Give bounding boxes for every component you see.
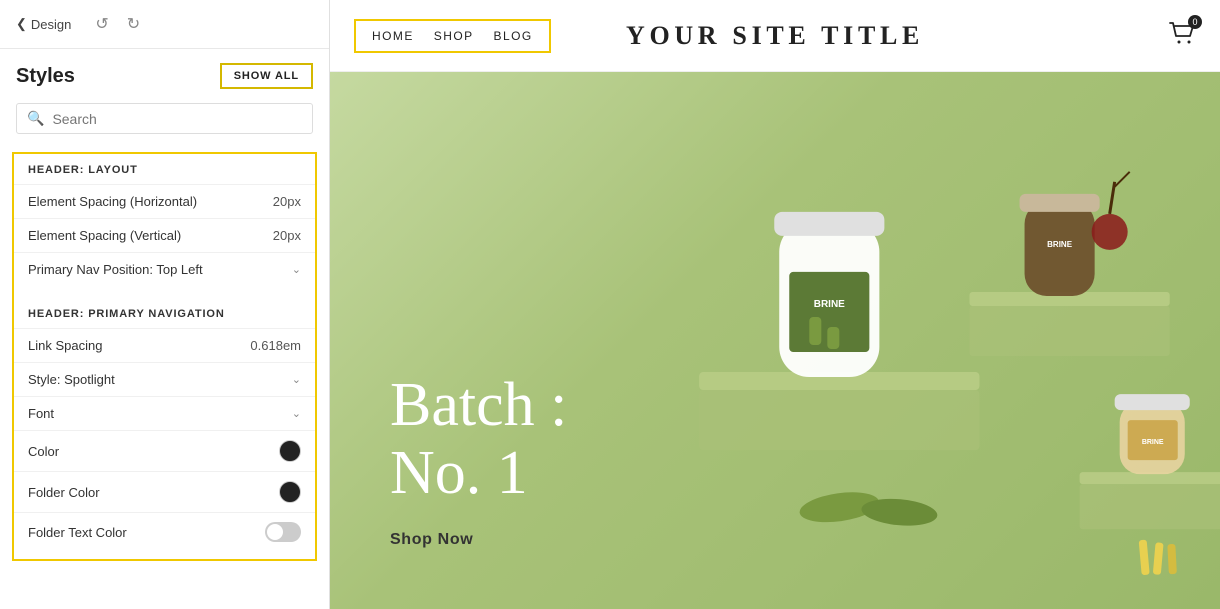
hero-cta-link[interactable]: Shop Now <box>390 531 473 548</box>
hero-heading: Batch : No. 1 <box>390 371 567 507</box>
folder-color-swatch[interactable] <box>279 481 301 503</box>
svg-text:BRINE: BRINE <box>1047 240 1073 249</box>
nav-position-chevron-icon: ⌄ <box>292 263 301 276</box>
cart-badge: 0 <box>1188 15 1202 29</box>
nav-home[interactable]: HOME <box>372 29 414 43</box>
search-icon: 🔍 <box>27 110 44 127</box>
font-row[interactable]: Font ⌄ <box>14 396 315 430</box>
header-layout-label: HEADER: LAYOUT <box>14 154 315 184</box>
search-bar: 🔍 <box>16 103 313 134</box>
svg-text:BRINE: BRINE <box>1142 439 1164 446</box>
font-label: Font <box>28 406 54 421</box>
hero-content: Batch : No. 1 Shop Now <box>330 371 567 609</box>
folder-text-color-row[interactable]: Folder Text Color <box>14 512 315 551</box>
hero-section: BRINE BRINE BRINE <box>330 72 1220 609</box>
cart-icon-wrapper[interactable]: 0 <box>1168 21 1196 50</box>
link-spacing-label: Link Spacing <box>28 338 102 353</box>
styles-header: Styles SHOW ALL <box>0 49 329 99</box>
style-chevron-icon: ⌄ <box>292 373 301 386</box>
site-title: YOUR SITE TITLE <box>626 21 924 51</box>
hero-heading-line1: Batch : <box>390 371 567 439</box>
folder-color-label: Folder Color <box>28 485 100 500</box>
font-chevron-icon: ⌄ <box>292 407 301 420</box>
site-header: HOME SHOP BLOG YOUR SITE TITLE 0 <box>330 0 1220 72</box>
style-label: Style: Spotlight <box>28 372 115 387</box>
header-primary-nav-label: HEADER: PRIMARY NAVIGATION <box>14 298 315 328</box>
svg-text:BRINE: BRINE <box>814 299 845 310</box>
link-spacing-row[interactable]: Link Spacing 0.618em <box>14 328 315 362</box>
show-all-button[interactable]: SHOW ALL <box>220 63 313 89</box>
link-spacing-value: 0.618em <box>250 338 301 353</box>
element-spacing-v-label: Element Spacing (Vertical) <box>28 228 181 243</box>
folder-color-row[interactable]: Folder Color <box>14 471 315 512</box>
back-to-design-link[interactable]: ❮ Design <box>16 16 71 32</box>
element-spacing-h-value: 20px <box>273 194 301 209</box>
header-layout-section: HEADER: LAYOUT Element Spacing (Horizont… <box>12 152 317 561</box>
nav-shop[interactable]: SHOP <box>434 29 474 43</box>
styles-title: Styles <box>16 65 75 88</box>
folder-text-color-toggle[interactable] <box>265 522 301 542</box>
chevron-left-icon: ❮ <box>16 16 27 32</box>
nav-links-wrapper: HOME SHOP BLOG <box>354 19 551 53</box>
nav-position-label: Primary Nav Position: Top Left <box>28 262 203 277</box>
element-spacing-v-value: 20px <box>273 228 301 243</box>
hero-heading-line2: No. 1 <box>390 439 567 507</box>
nav-blog[interactable]: BLOG <box>494 29 533 43</box>
color-row[interactable]: Color <box>14 430 315 471</box>
panel-content: HEADER: LAYOUT Element Spacing (Horizont… <box>0 144 329 609</box>
element-spacing-h-label: Element Spacing (Horizontal) <box>28 194 197 209</box>
redo-button[interactable]: ↻ <box>123 12 144 36</box>
color-swatch[interactable] <box>279 440 301 462</box>
hero-product-display: BRINE BRINE BRINE <box>579 72 1220 609</box>
left-panel: ❮ Design ↺ ↻ Styles SHOW ALL 🔍 HEADER: L… <box>0 0 330 609</box>
folder-text-color-label: Folder Text Color <box>28 525 127 540</box>
back-label: Design <box>31 17 71 32</box>
element-spacing-v-row[interactable]: Element Spacing (Vertical) 20px <box>14 218 315 252</box>
undo-redo-controls: ↺ ↻ <box>91 12 144 36</box>
right-panel: HOME SHOP BLOG YOUR SITE TITLE 0 <box>330 0 1220 609</box>
top-bar: ❮ Design ↺ ↻ <box>0 0 329 49</box>
search-input[interactable] <box>52 111 302 127</box>
style-row[interactable]: Style: Spotlight ⌄ <box>14 362 315 396</box>
color-label: Color <box>28 444 59 459</box>
nav-position-row[interactable]: Primary Nav Position: Top Left ⌄ <box>14 252 315 286</box>
element-spacing-h-row[interactable]: Element Spacing (Horizontal) 20px <box>14 184 315 218</box>
undo-button[interactable]: ↺ <box>91 12 112 36</box>
